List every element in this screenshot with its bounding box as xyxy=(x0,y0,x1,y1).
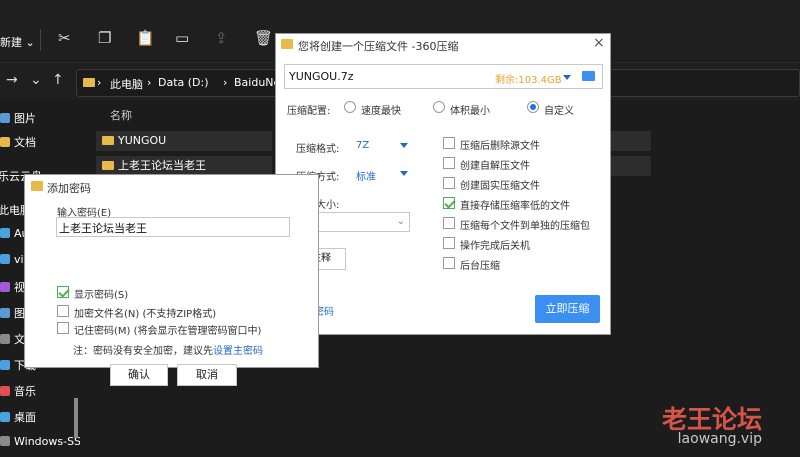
archive-filename: YUNGOU.7z xyxy=(289,70,354,83)
free-space-label: 剩余:103.4GB xyxy=(495,75,562,86)
option-label: 直接存储压缩率低的文件 xyxy=(460,201,570,212)
sidebar-item-music[interactable]: 音乐 xyxy=(0,383,80,405)
crumb-separator: › xyxy=(97,76,102,89)
encrypt-filenames-checkbox[interactable] xyxy=(57,305,69,317)
mode-fastest-radio[interactable] xyxy=(344,101,356,113)
mode-custom-label: 自定义 xyxy=(544,106,574,117)
option-sfx-checkbox[interactable] xyxy=(443,157,455,169)
cancel-button[interactable]: 取消 xyxy=(177,364,237,386)
desktop-icon xyxy=(0,412,10,422)
option-background-checkbox[interactable] xyxy=(443,257,455,269)
app-icon xyxy=(31,181,43,191)
sidebar-item-desktop[interactable]: 桌面 xyxy=(0,409,80,431)
music-icon xyxy=(0,386,10,396)
option-label: 显示密码(S) xyxy=(74,290,129,301)
option-label: 加密文件名(N) (不支持ZIP格式) xyxy=(74,309,217,320)
chevron-down-icon[interactable] xyxy=(563,75,571,80)
sidebar-scrollbar[interactable] xyxy=(74,398,78,438)
option-label: 后台压缩 xyxy=(460,261,500,272)
add-password-dialog: 添加密码 输入密码(E) 上老王论坛当老王 显示密码(S) 加密文件名(N) (… xyxy=(24,174,319,386)
format-label: 压缩格式: xyxy=(296,144,340,155)
chevron-down-icon: ⌄ xyxy=(396,216,405,227)
column-header-name[interactable]: 名称 xyxy=(110,107,132,123)
folder-icon xyxy=(102,161,114,170)
option-delete-source-checkbox[interactable] xyxy=(443,137,455,149)
cut-icon[interactable]: ✂ xyxy=(58,29,71,47)
option-shutdown-checkbox[interactable] xyxy=(443,237,455,249)
compress-dialog: 您将创建一个压缩文件 -360压缩 × YUNGOU.7z 剩余:103.4GB… xyxy=(275,33,611,335)
format-value[interactable]: 7Z xyxy=(356,140,369,151)
file-row-extension[interactable] xyxy=(611,156,651,176)
crumb-separator: › xyxy=(223,76,228,89)
drive-icon xyxy=(0,436,10,446)
share-icon[interactable]: ⇪ xyxy=(215,29,228,47)
chevron-down-icon[interactable] xyxy=(400,171,408,176)
option-solid-checkbox[interactable] xyxy=(443,177,455,189)
option-separate-archives-checkbox[interactable] xyxy=(443,217,455,229)
browse-folder-icon[interactable] xyxy=(582,71,595,81)
sidebar-item-documents[interactable]: 文档 xyxy=(0,134,80,156)
download-icon xyxy=(0,360,10,370)
show-password-checkbox[interactable] xyxy=(57,286,69,298)
password-input-value: 上老王论坛当老王 xyxy=(59,222,147,235)
close-icon[interactable]: × xyxy=(593,35,605,51)
breadcrumb-drive[interactable]: Data (D:) xyxy=(158,76,209,89)
folder-icon xyxy=(0,137,10,147)
set-master-password-link[interactable]: 设置主密码 xyxy=(213,346,263,357)
video-icon xyxy=(0,282,10,292)
method-value[interactable]: 标准 xyxy=(356,168,376,183)
app-icon xyxy=(281,39,293,49)
remember-password-checkbox[interactable] xyxy=(57,322,69,334)
file-row[interactable]: 上老王论坛当老王 xyxy=(96,156,272,176)
option-label: 压缩每个文件到单独的压缩包 xyxy=(460,221,590,232)
new-button[interactable]: 新建 ⌄ xyxy=(0,34,35,50)
rename-icon[interactable]: ▭ xyxy=(175,29,189,47)
up-arrow-icon[interactable]: ↑ xyxy=(52,72,64,88)
mode-fastest-label: 速度最快 xyxy=(361,106,401,117)
file-row-extension[interactable] xyxy=(611,131,651,151)
file-row[interactable]: YUNGOU xyxy=(96,131,272,151)
document-icon xyxy=(0,334,10,344)
mode-custom-radio[interactable] xyxy=(527,101,539,113)
watermark-url: laowang.vip xyxy=(677,431,762,447)
dialog-title: 您将创建一个压缩文件 -360压缩 xyxy=(298,40,459,53)
option-label: 记住密码(M) (将会显示在管理密码窗口中) xyxy=(74,326,262,337)
folder-icon xyxy=(83,78,95,87)
pictures-icon xyxy=(0,113,10,123)
sidebar-item-pictures[interactable]: 图片 xyxy=(0,110,80,132)
option-store-low-ratio-checkbox[interactable] xyxy=(443,197,455,209)
compress-now-button[interactable]: 立即压缩 xyxy=(535,295,600,323)
pictures-icon xyxy=(0,308,10,318)
phone-icon xyxy=(0,254,10,264)
breadcrumb-this-pc[interactable]: 此电脑 xyxy=(110,76,143,92)
dialog-title: 添加密码 xyxy=(47,182,91,195)
archive-path-input[interactable]: YUNGOU.7z 剩余:103.4GB xyxy=(284,64,603,89)
option-label: 操作完成后关机 xyxy=(460,241,530,252)
drive-icon xyxy=(0,228,10,238)
config-label: 压缩配置: xyxy=(287,106,331,117)
chevron-down-icon: ⌄ xyxy=(25,36,35,49)
paste-icon[interactable]: 📋 xyxy=(136,29,155,47)
delete-icon[interactable]: 🗑 xyxy=(254,29,273,47)
copy-icon[interactable]: ❐ xyxy=(98,29,111,47)
sidebar-item-windows-ssd[interactable]: Windows-SSD xyxy=(0,435,80,457)
confirm-button[interactable]: 确认 xyxy=(110,364,168,386)
toolbar-divider xyxy=(40,29,41,51)
option-label: 创建固实压缩文件 xyxy=(460,181,540,192)
folder-icon xyxy=(102,136,114,145)
option-label: 创建自解压文件 xyxy=(460,161,530,172)
crumb-separator: › xyxy=(147,76,152,89)
mode-smallest-label: 体积最小 xyxy=(450,106,490,117)
option-label: 压缩后删除源文件 xyxy=(460,141,540,152)
chevron-down-icon[interactable] xyxy=(400,143,408,148)
password-note: 注：密码没有安全加密，建议先设置主密码 xyxy=(73,346,263,357)
mode-smallest-radio[interactable] xyxy=(433,101,445,113)
forward-arrow-icon[interactable]: → xyxy=(6,72,18,88)
password-input[interactable]: 上老王论坛当老王 xyxy=(56,217,290,237)
chevron-down-icon[interactable]: ⌄ xyxy=(30,72,42,88)
